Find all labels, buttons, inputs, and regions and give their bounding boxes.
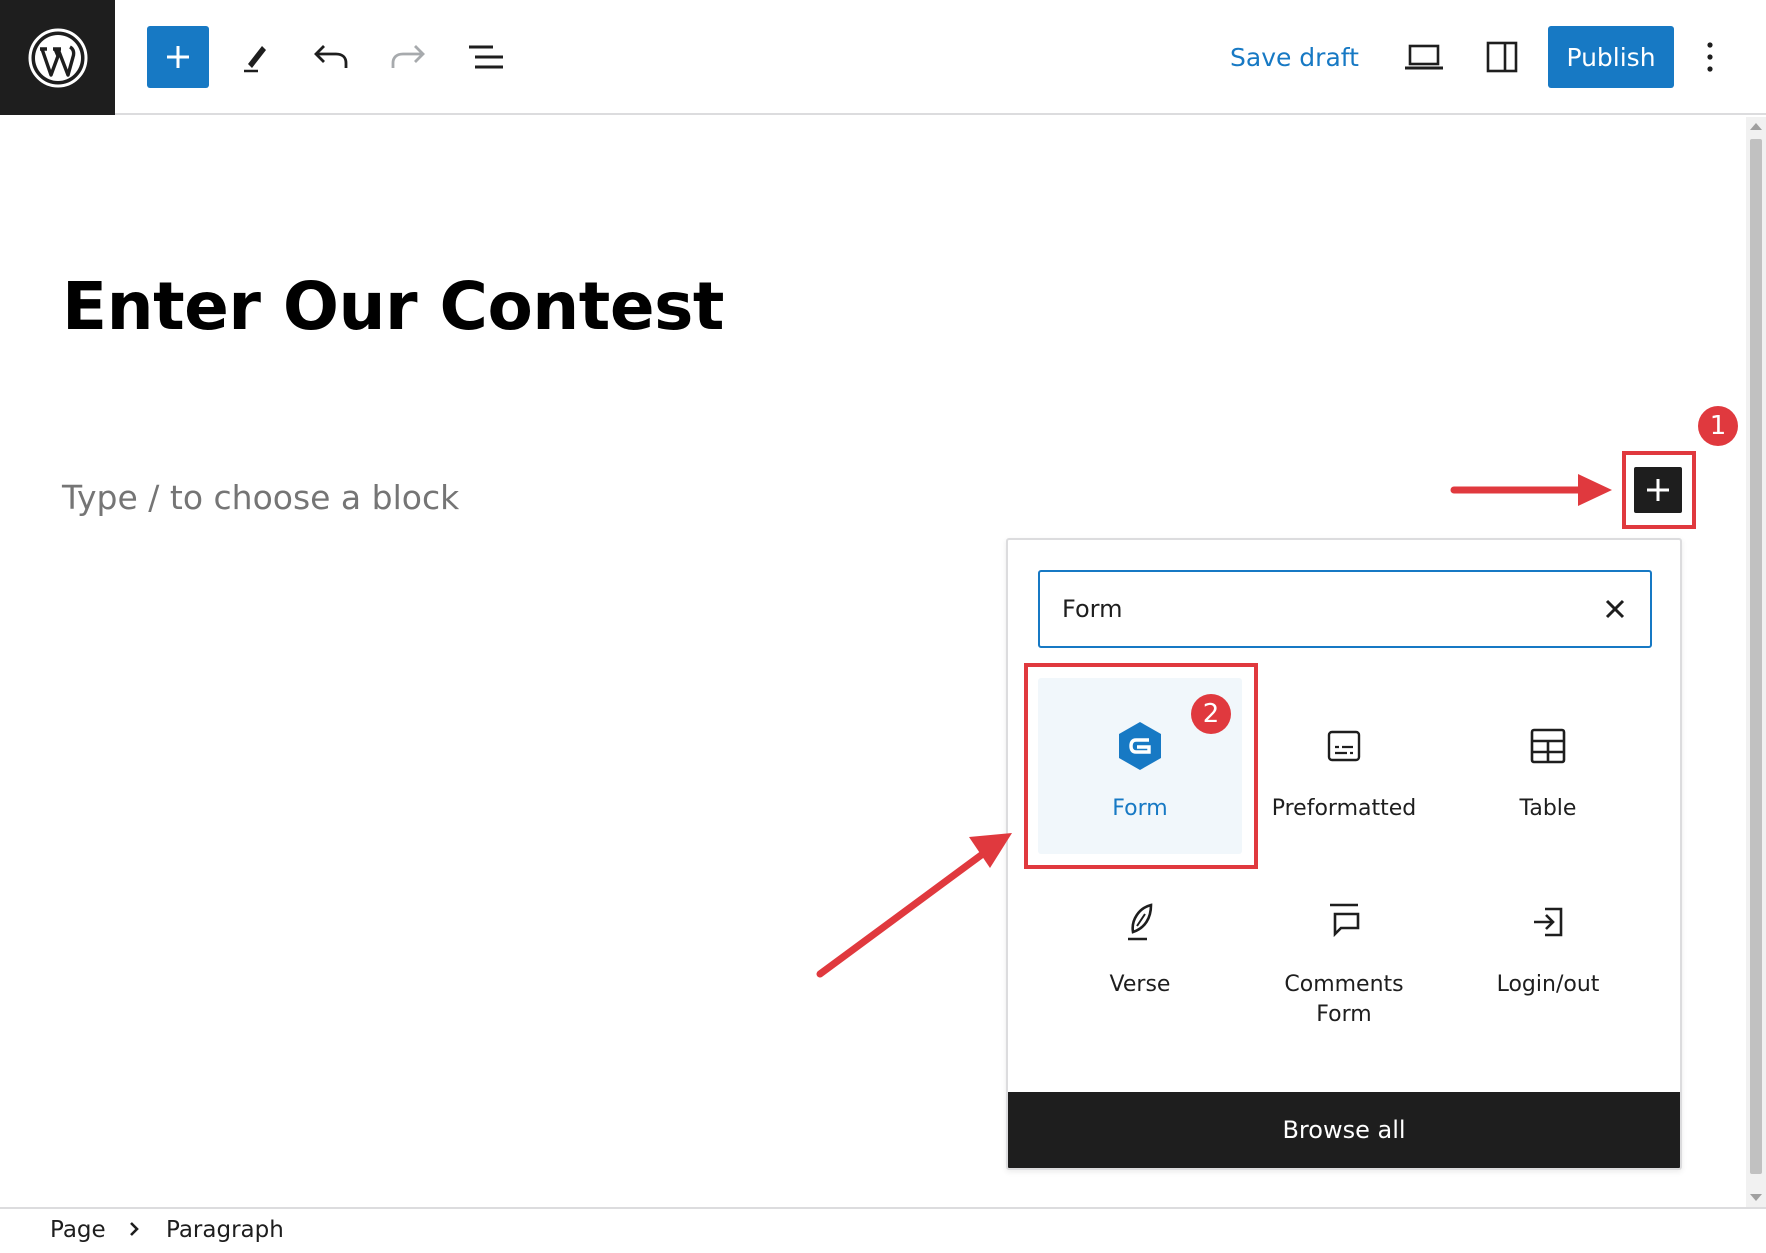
plus-icon [1647, 479, 1669, 501]
block-label: Table [1519, 796, 1577, 821]
arrow-to-form-block [816, 833, 1012, 978]
step-badge-2: 2 [1191, 694, 1231, 734]
scroll-down-icon[interactable] [1750, 1194, 1762, 1201]
laptop-icon [1405, 44, 1443, 70]
step-badge-1: 1 [1698, 406, 1738, 446]
wordpress-logo-icon[interactable] [0, 0, 115, 115]
scrollbar[interactable] [1746, 117, 1766, 1207]
comments-form-icon [1242, 894, 1446, 950]
breadcrumb-item-paragraph[interactable]: Paragraph [166, 1217, 284, 1243]
redo-icon [391, 45, 425, 68]
plus-icon [167, 46, 189, 68]
block-placeholder[interactable]: Type / to choose a block [62, 478, 459, 517]
post-title[interactable]: Enter Our Contest [62, 268, 724, 345]
login-icon [1446, 894, 1650, 950]
more-vertical-icon [1707, 42, 1713, 72]
arrow-to-inserter [1450, 474, 1612, 506]
add-block-button[interactable] [147, 26, 209, 88]
preview-button[interactable] [1393, 26, 1455, 88]
feather-icon [1038, 894, 1242, 950]
block-breadcrumb: Page Paragraph [0, 1207, 1766, 1253]
block-label: Login/out [1496, 972, 1600, 997]
inline-inserter-button[interactable] [1634, 467, 1682, 513]
redo-button[interactable] [377, 26, 439, 88]
block-item-login-out[interactable]: Login/out [1446, 854, 1650, 1030]
sidebar-icon [1486, 41, 1518, 73]
browse-all-button[interactable]: Browse all [1008, 1092, 1680, 1168]
block-item-preformatted[interactable]: Preformatted [1242, 678, 1446, 854]
block-label: Preformatted [1271, 796, 1417, 821]
block-label: Verse [1109, 972, 1171, 997]
preformatted-icon [1242, 718, 1446, 774]
undo-button[interactable] [300, 26, 362, 88]
block-item-table[interactable]: Table [1446, 678, 1650, 854]
block-search-input[interactable] [1062, 572, 1562, 646]
highlight-box-step2 [1024, 663, 1258, 869]
block-search[interactable] [1038, 570, 1652, 648]
publish-button[interactable]: Publish [1548, 26, 1674, 88]
pencil-icon [244, 46, 266, 73]
chevron-right-icon [130, 1222, 139, 1236]
block-item-comments-form[interactable]: Comments Form [1242, 854, 1446, 1030]
close-icon[interactable] [1600, 594, 1630, 624]
block-item-verse[interactable]: Verse [1038, 854, 1242, 1030]
tools-button[interactable] [224, 26, 286, 88]
block-label: Comments Form [1284, 972, 1404, 1027]
settings-button[interactable] [1471, 26, 1533, 88]
scroll-up-icon[interactable] [1750, 123, 1762, 130]
list-view-button[interactable] [455, 26, 517, 88]
undo-icon [314, 45, 348, 68]
list-view-icon [469, 45, 503, 69]
save-draft-button[interactable]: Save draft [1230, 36, 1359, 80]
options-button[interactable] [1690, 26, 1730, 88]
scroll-thumb[interactable] [1750, 139, 1762, 1174]
table-icon [1446, 718, 1650, 774]
breadcrumb-item-page[interactable]: Page [50, 1217, 106, 1243]
editor-header: Save draft Publish [0, 0, 1766, 115]
